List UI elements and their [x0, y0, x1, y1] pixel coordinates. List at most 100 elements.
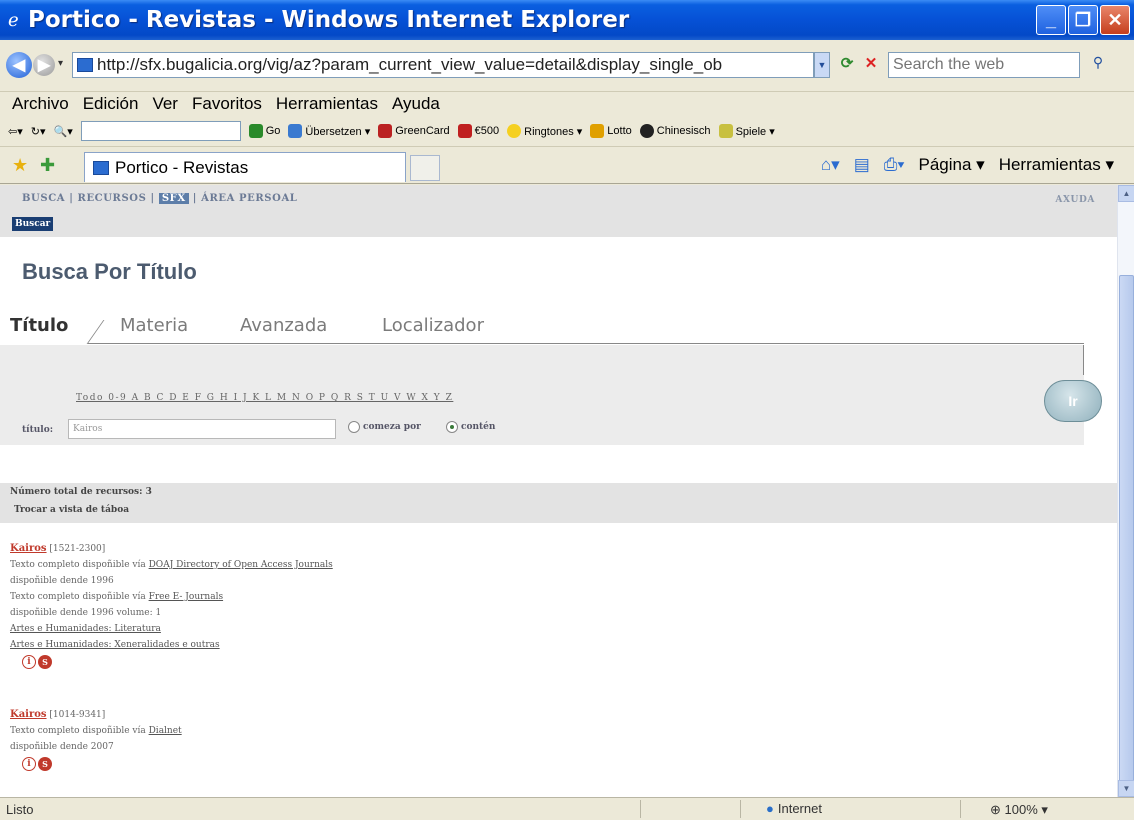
toolbar-go[interactable]: Go — [248, 124, 280, 138]
scroll-thumb[interactable] — [1119, 275, 1134, 795]
nav-busca[interactable]: BUSCA — [22, 193, 65, 204]
url-input[interactable] — [97, 55, 797, 75]
radio-starts-with[interactable]: comeza por — [348, 421, 421, 433]
tab-materia[interactable]: Materia — [120, 315, 188, 336]
search-panel: Todo 0-9 A B C D E F G H I J K L M N O P… — [0, 345, 1084, 445]
toolbar-search-input[interactable] — [80, 121, 241, 141]
scroll-up-icon[interactable]: ▲ — [1118, 185, 1134, 202]
vertical-scrollbar[interactable]: ▲ ▼ — [1117, 185, 1134, 797]
sfx-icon[interactable]: S — [38, 757, 52, 771]
links-toolbar: ⇦▾ ↻▾ 🔍▾ Go Übersetzen ▾ GreenCard €500 … — [0, 117, 1134, 145]
status-bar: Listo ● Internet ⊕ 100% ▾ — [0, 797, 1134, 820]
journal-issn: [1014-9341] — [49, 710, 106, 720]
entry-heading: Kairos [1521-2300] — [10, 541, 333, 557]
menu-herramientas[interactable]: Herramientas — [276, 94, 378, 114]
toolbar-lotto[interactable]: Lotto — [590, 124, 632, 138]
forward-button[interactable]: ▶ — [33, 54, 55, 76]
subject-link[interactable]: Artes e Humanidades: Xeneralidades e out… — [10, 640, 220, 650]
nav-sfx[interactable]: SFX — [158, 193, 189, 204]
subject-link[interactable]: Artes e Humanidades: Literatura — [10, 624, 161, 634]
site-nav-links: BUSCA | RECURSOS | SFX | ÁREA PERSOAL — [22, 193, 298, 204]
globe-icon: ● — [766, 801, 774, 816]
entry-line: Texto completo dispoñible vía Dialnet — [10, 726, 182, 736]
toolbar-back-icon[interactable]: ⇦▾ — [8, 125, 23, 138]
radio-contains-dot[interactable] — [446, 421, 458, 433]
stop-icon[interactable]: ✕ — [860, 54, 882, 76]
radio-starts-dot[interactable] — [348, 421, 360, 433]
history-dropdown-icon[interactable]: ▾ — [58, 58, 63, 69]
menu-ayuda[interactable]: Ayuda — [392, 94, 440, 114]
tab-localizador[interactable]: Localizador — [382, 315, 484, 336]
feeds-icon[interactable]: ▤ — [854, 155, 870, 175]
buscar-button[interactable]: Buscar — [12, 217, 54, 231]
refresh-icon[interactable]: ⟳ — [836, 54, 858, 76]
journal-title[interactable]: Kairos — [10, 543, 47, 554]
toolbar-spiele[interactable]: Spiele ▾ — [718, 124, 775, 138]
switch-view-link[interactable]: Trocar a vista de táboa — [14, 505, 129, 515]
page-menu[interactable]: Página ▾ — [919, 155, 985, 175]
target-link[interactable]: Free E- Journals — [149, 592, 223, 602]
entry-line: dispoñible dende 2007 — [10, 742, 114, 752]
nav-help[interactable]: AXUDA — [1055, 195, 1095, 205]
nav-area-persoal[interactable]: ÁREA PERSOAL — [201, 193, 297, 204]
lotto-icon — [590, 124, 605, 138]
home-icon[interactable]: ⌂▾ — [821, 155, 840, 175]
web-search-box[interactable] — [888, 52, 1080, 78]
security-zone[interactable]: ● Internet — [766, 801, 822, 816]
close-button[interactable]: ✕ — [1100, 5, 1130, 35]
back-button[interactable]: ◀ — [6, 52, 32, 78]
entry-line: dispoñible dende 1996 — [10, 576, 114, 586]
new-tab-button[interactable] — [410, 155, 440, 181]
page-icon — [77, 58, 93, 72]
menu-ver[interactable]: Ver — [152, 94, 178, 114]
tab-titulo[interactable]: Título — [10, 315, 68, 336]
journal-title[interactable]: Kairos — [10, 709, 47, 720]
toolbar-search-icon[interactable]: 🔍▾ — [54, 125, 73, 138]
entry-line: Texto completo dispoñible vía Free E- Jo… — [10, 592, 224, 602]
menu-archivo[interactable]: Archivo — [12, 94, 69, 114]
add-favorite-icon[interactable]: ✚ — [40, 155, 55, 176]
target-link[interactable]: DOAJ Directory of Open Access Journals — [149, 560, 333, 570]
toolbar-greencard[interactable]: GreenCard — [378, 124, 450, 138]
print-icon[interactable]: ⎙▾ — [884, 155, 905, 175]
toolbar-translate[interactable]: Übersetzen ▾ — [288, 124, 370, 138]
tab-row: ★ ✚ Portico - Revistas ⌂▾ ▤ ⎙▾ Página ▾ … — [0, 146, 1134, 184]
result-entry: Kairos [1521-2300] Texto completo dispoñ… — [10, 541, 333, 669]
menu-edicion[interactable]: Edición — [83, 94, 139, 114]
title-bar: ℯ Portico - Revistas - Windows Internet … — [0, 0, 1134, 40]
address-bar[interactable] — [72, 52, 814, 78]
window-title: Portico - Revistas - Windows Internet Ex… — [28, 7, 630, 33]
toolbar-500[interactable]: €500 — [457, 124, 499, 138]
translate-icon — [288, 124, 303, 138]
menu-favoritos[interactable]: Favoritos — [192, 94, 262, 114]
tools-menu[interactable]: Herramientas ▾ — [999, 155, 1114, 175]
nav-recursos[interactable]: RECURSOS — [78, 193, 147, 204]
toolbar-ringtones[interactable]: Ringtones ▾ — [507, 124, 582, 138]
alphabet-index[interactable]: Todo 0-9 A B C D E F G H I J K L M N O P… — [76, 393, 453, 403]
web-search-input[interactable] — [893, 53, 1077, 77]
gift-icon — [457, 124, 472, 138]
page-content: BUSCA | RECURSOS | SFX | ÁREA PERSOAL AX… — [0, 185, 1134, 797]
favorites-star-icon[interactable]: ★ — [12, 155, 28, 176]
title-input[interactable]: Kairos — [68, 419, 336, 439]
tab-portico[interactable]: Portico - Revistas — [84, 152, 406, 182]
scroll-down-icon[interactable]: ▼ — [1118, 780, 1134, 797]
radio-contains[interactable]: contén — [446, 421, 495, 433]
tab-avanzada[interactable]: Avanzada — [240, 315, 327, 336]
info-icon[interactable]: i — [22, 757, 36, 771]
go-button[interactable]: Ir — [1044, 380, 1102, 422]
tab-label: Portico - Revistas — [115, 157, 249, 177]
flag-icon — [378, 124, 393, 138]
info-icon[interactable]: i — [22, 655, 36, 669]
zoom-level[interactable]: ⊕ 100% ▾ — [990, 802, 1048, 818]
yinyang-icon — [639, 124, 654, 138]
minimize-button[interactable]: _ — [1036, 5, 1066, 35]
page-title: Busca Por Título — [22, 259, 197, 284]
address-dropdown-icon[interactable]: ▼ — [814, 52, 830, 78]
sfx-icon[interactable]: S — [38, 655, 52, 669]
search-icon[interactable]: ⚲ — [1086, 54, 1110, 76]
target-link[interactable]: Dialnet — [149, 726, 182, 736]
toolbar-chinesisch[interactable]: Chinesisch — [639, 124, 711, 138]
toolbar-refresh-icon[interactable]: ↻▾ — [31, 125, 46, 138]
maximize-button[interactable]: ❐ — [1068, 5, 1098, 35]
